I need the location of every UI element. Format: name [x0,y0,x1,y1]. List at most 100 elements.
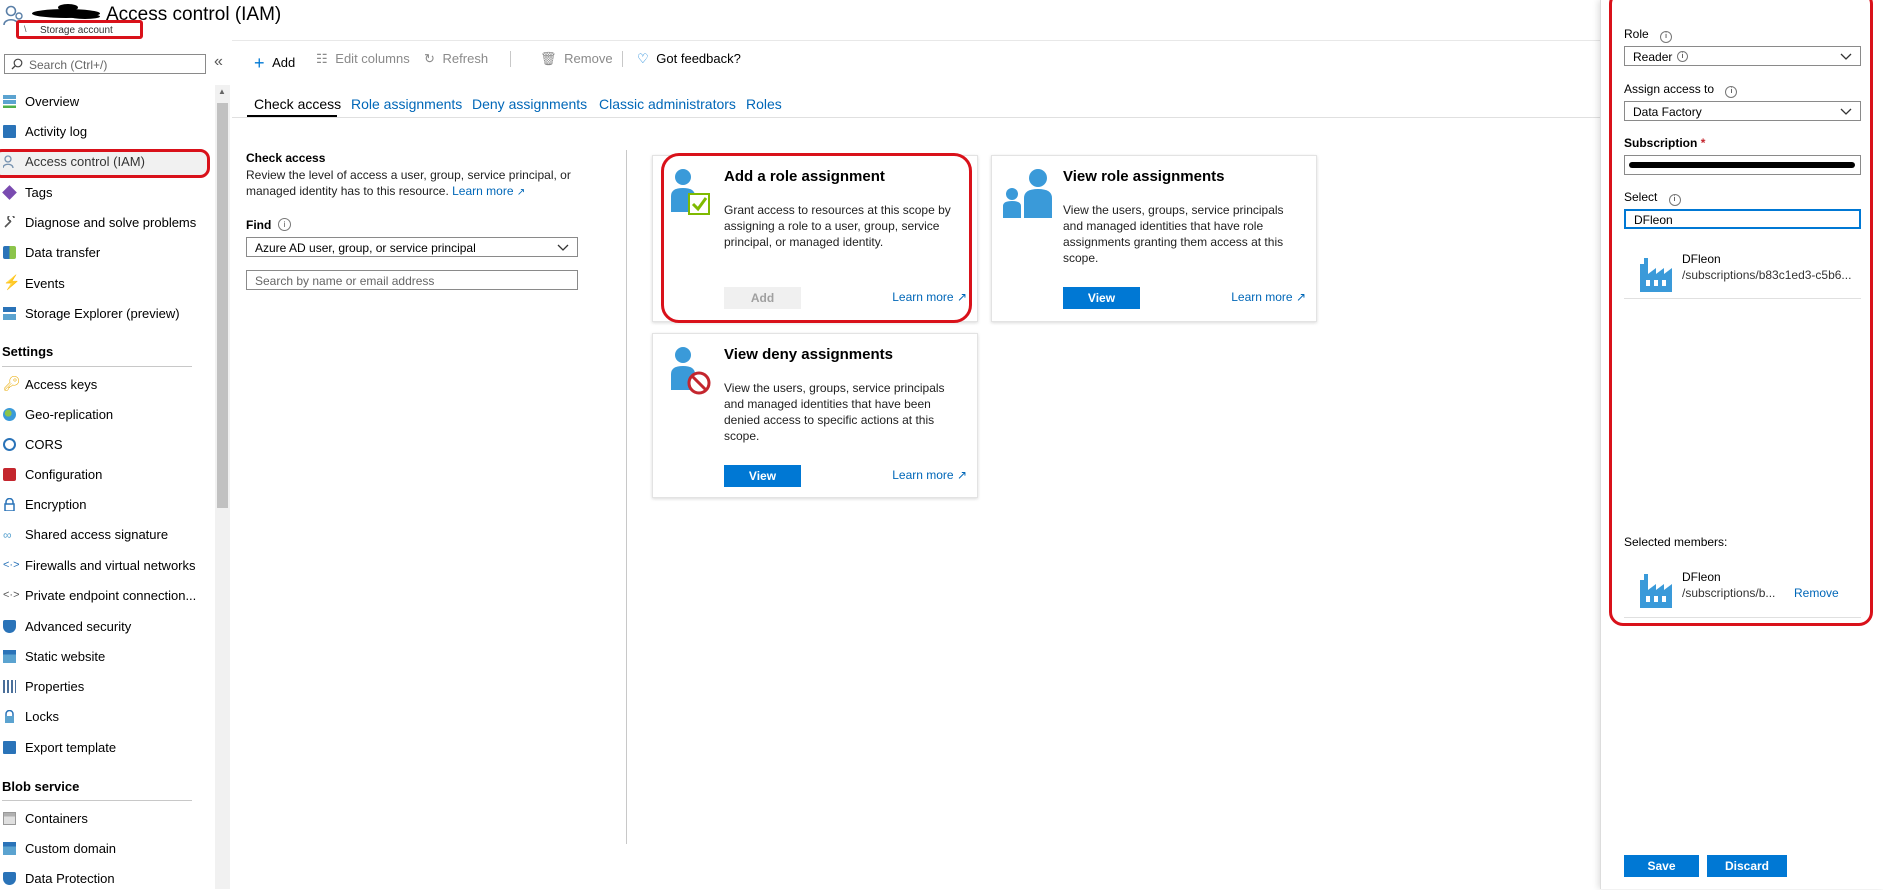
blob-service-heading: Blob service [2,779,80,794]
vertical-divider [626,150,627,844]
sidebar-item-overview[interactable]: Overview [0,91,214,113]
sidebar-item-advanced-security[interactable]: Advanced security [0,616,214,638]
divider [622,51,623,67]
chevron-down-icon [557,244,569,251]
sidebar-item-locks[interactable]: Locks [0,706,214,728]
sidebar-item-data-transfer[interactable]: Data transfer [0,242,214,264]
divider [2,800,192,801]
container-icon [3,812,16,825]
tab-role-assignments[interactable]: Role assignments [351,96,462,112]
view-role-assignments-button[interactable]: View [1063,287,1140,309]
network-icon: <·> [3,559,20,571]
add-button[interactable]: + Add [254,51,295,73]
divider [2,366,192,367]
tab-underline [232,117,1600,118]
view-role-assignments-icon [1003,169,1052,218]
sidebar-scroll-thumb[interactable] [217,103,228,508]
sidebar-item-data-protection[interactable]: Data Protection [0,868,214,890]
tab-classic-administrators[interactable]: Classic administrators [599,96,736,112]
highlight-subtitle [16,20,143,39]
sidebar-item-containers[interactable]: Containers [0,808,214,830]
view-role-assignments-card: View role assignments View the users, gr… [991,155,1317,322]
view-deny-assignments-icon [671,347,711,395]
card-title: View role assignments [1063,168,1225,185]
shield-icon [3,620,16,633]
sidebar-item-diagnose[interactable]: Diagnose and solve problems [0,212,214,234]
learn-more-link[interactable]: Learn more ↗ [1231,290,1306,304]
check-access-heading: Check access [246,151,326,165]
principal-search-input[interactable]: Search by name or email address [246,270,578,290]
search-icon [11,58,23,70]
learn-more-link[interactable]: Learn more ↗ [892,468,967,482]
card-description: View the users, groups, service principa… [1063,203,1284,265]
sidebar-item-static-website[interactable]: Static website [0,646,214,668]
private-endpoint-icon: <·> [3,589,20,601]
data-transfer-icon [3,246,16,259]
refresh-button[interactable]: ↻ Refresh [424,51,488,67]
sidebar-item-storage-explorer[interactable]: Storage Explorer (preview) [0,303,214,325]
tab-roles[interactable]: Roles [746,96,782,112]
lightning-icon: ⚡ [3,274,21,290]
info-icon: i [278,218,291,231]
globe-icon [3,408,16,421]
domain-icon [3,842,16,855]
sidebar-item-firewalls[interactable]: <·> Firewalls and virtual networks [0,555,214,577]
sidebar-item-activity-log[interactable]: Activity log [0,121,214,143]
sidebar-item-geo-replication[interactable]: Geo-replication [0,404,214,426]
sidebar-item-export-template[interactable]: Export template [0,737,214,759]
sidebar-item-encryption[interactable]: Encryption [0,494,214,516]
feedback-button[interactable]: ♡ Got feedback? [637,51,741,67]
sidebar-item-tags[interactable]: Tags [0,182,214,204]
save-button[interactable]: Save [1624,855,1699,877]
external-link-icon: ↗ [1295,290,1306,304]
edit-columns-button[interactable]: ☷ Edit columns [316,51,410,67]
storage-explorer-icon [3,307,16,320]
remove-button[interactable]: 🗑︎ Remove [540,51,613,67]
sidebar-item-shared-access-signature[interactable]: ∞ Shared access signature [0,524,214,546]
sidebar-item-custom-domain[interactable]: Custom domain [0,838,214,860]
view-deny-assignments-card: View deny assignments View the users, gr… [652,333,978,498]
cors-icon [3,438,16,451]
highlight-panel [1609,0,1873,626]
scroll-up-arrow[interactable]: ▲ [218,87,226,96]
tag-icon [2,185,17,200]
divider [510,51,511,67]
settings-heading: Settings [2,344,54,359]
sidebar-item-events[interactable]: ⚡ Events [0,273,214,295]
key-icon: 🔑︎ [3,375,21,391]
card-description: View the users, groups, service principa… [724,381,945,443]
overview-icon [3,95,16,108]
find-label: Find [246,218,272,232]
sidebar-item-cors[interactable]: CORS [0,434,214,456]
refresh-icon: ↻ [424,51,435,66]
tab-deny-assignments[interactable]: Deny assignments [472,96,587,112]
collapse-sidebar-button[interactable]: « [214,53,223,71]
sidebar-item-access-keys[interactable]: 🔑︎ Access keys [0,374,214,396]
tab-check-access[interactable]: Check access [254,96,341,112]
sidebar-item-private-endpoint[interactable]: <·> Private endpoint connection... [0,585,214,607]
activity-log-icon [3,125,16,138]
website-icon [3,650,16,663]
lock-icon [5,710,14,723]
external-link-icon: ↗ [516,187,526,198]
card-title: View deny assignments [724,346,893,363]
toolbar-divider [232,40,1600,41]
sidebar-search[interactable]: Search (Ctrl+/) [4,54,206,74]
heart-icon: ♡ [637,51,649,66]
check-access-description: Review the level of access a user, group… [246,168,571,198]
discard-button[interactable]: Discard [1707,855,1787,877]
find-type-dropdown[interactable]: Azure AD user, group, or service princip… [246,237,578,257]
sidebar-item-properties[interactable]: Properties [0,676,214,698]
trash-icon: 🗑︎ [540,51,557,66]
learn-more-link[interactable]: Learn more [452,184,513,198]
highlight-access-control [0,149,210,178]
sidebar-item-configuration[interactable]: Configuration [0,464,214,486]
external-link-icon: ↗ [956,468,967,482]
wrench-icon [4,216,15,228]
columns-icon: ☷ [316,51,328,66]
search-placeholder: Search (Ctrl+/) [29,58,108,72]
export-template-icon [3,741,16,754]
highlight-add-role-card [661,153,972,323]
view-deny-assignments-button[interactable]: View [724,465,801,487]
plus-icon: + [254,53,265,73]
